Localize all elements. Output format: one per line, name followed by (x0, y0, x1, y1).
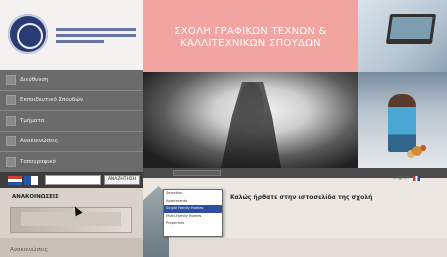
title-line-2: ΚΑΛΛΙΤΕΧΝΙΚΩΝ ΣΠΟΥΔΩΝ (180, 38, 321, 49)
news-panel: ΑΝΑΚΟΙΝΩΣΕΙΣ Ανακοινώσεις (0, 188, 143, 257)
news-footer-label: Ανακοινώσεις (10, 247, 49, 253)
flag-icon[interactable] (413, 176, 420, 181)
decorative-dots-icon (412, 146, 422, 156)
bullet-icon (6, 156, 16, 167)
search-input[interactable] (45, 175, 101, 185)
photographer-figure (221, 82, 281, 168)
nav-item-label: Διεύθυνση (20, 76, 49, 83)
nav-item-label: Τοπογραφικό (20, 158, 56, 165)
laptop-icon (385, 14, 437, 44)
nav-item-label: Εκπαιδευτικό Σπουδών (20, 97, 83, 104)
title-line-1: ΣΧΟΛΗ ΓΡΑΦΙΚΩΝ ΤΕΧΝΩΝ & (174, 26, 327, 37)
english-flag-icon[interactable] (24, 176, 38, 185)
nav-item-announcements[interactable]: Ανακοινώσεις (0, 132, 143, 152)
nav-item-studies[interactable]: Εκπαιδευτικό Σπουδών (0, 91, 143, 111)
laptop-photo (358, 0, 447, 72)
dropdown-option[interactable]: Apartments (164, 198, 222, 206)
dropdown-option-selected[interactable]: Single Family Homes (164, 205, 222, 213)
school-homepage: Διεύθυνση Εκπαιδευτικό Σπουδών Τμήματα Α… (0, 0, 447, 257)
main-content: Selection Apartments Single Family Homes… (143, 176, 447, 257)
news-header: ΑΝΑΚΟΙΝΩΣΕΙΣ (12, 194, 59, 200)
nav-item-label: Τμήματα (20, 117, 45, 124)
bullet-icon (6, 74, 16, 85)
search-button[interactable]: ΑΝΑΖΗΤΗΣΗ (104, 175, 140, 185)
dropdown-option[interactable]: Selection (164, 190, 222, 198)
nav-item-departments[interactable]: Τμήματα (0, 111, 143, 132)
nav-item-map[interactable]: Τοπογραφικό (0, 152, 143, 173)
header-banner: ΣΧΟΛΗ ΓΡΑΦΙΚΩΝ ΤΕΧΝΩΝ & ΚΑΛΛΙΤΕΧΝΙΚΩΝ ΣΠ… (143, 0, 358, 72)
logo-text (56, 28, 136, 46)
sidebar-nav: Διεύθυνση Εκπαιδευτικό Σπουδών Τμήματα Α… (0, 70, 143, 173)
nav-item-direction[interactable]: Διεύθυνση (0, 70, 143, 91)
student-photo (358, 72, 447, 168)
english-link[interactable]: English (393, 176, 409, 181)
dropdown-option[interactable]: Multi-Family Homes (164, 213, 222, 221)
page-title: ΣΧΟΛΗ ΓΡΑΦΙΚΩΝ ΤΕΧΝΩΝ & ΚΑΛΛΙΤΕΧΝΙΚΩΝ ΣΠ… (143, 26, 358, 50)
search-bar: ΑΝΑΖΗΤΗΣΗ (0, 172, 143, 188)
strip-search-input[interactable] (173, 170, 221, 176)
main-photo (143, 72, 358, 168)
welcome-text: Καλώς ήρθατε στην ιστοσελίδα της σχολή (230, 194, 373, 201)
nav-item-label: Ανακοινώσεις (20, 138, 59, 145)
bullet-icon (6, 115, 16, 126)
content-footer (169, 238, 447, 257)
news-thumbnail[interactable] (10, 207, 132, 233)
logo-area[interactable] (0, 0, 143, 70)
greek-flag-icon[interactable] (8, 176, 22, 185)
bullet-icon (6, 95, 16, 106)
bullet-icon (6, 136, 16, 147)
dropdown-option[interactable]: Properties (164, 220, 222, 228)
woman-figure (388, 94, 416, 152)
property-dropdown[interactable]: Selection Apartments Single Family Homes… (163, 189, 223, 237)
school-seal-icon (8, 14, 48, 54)
